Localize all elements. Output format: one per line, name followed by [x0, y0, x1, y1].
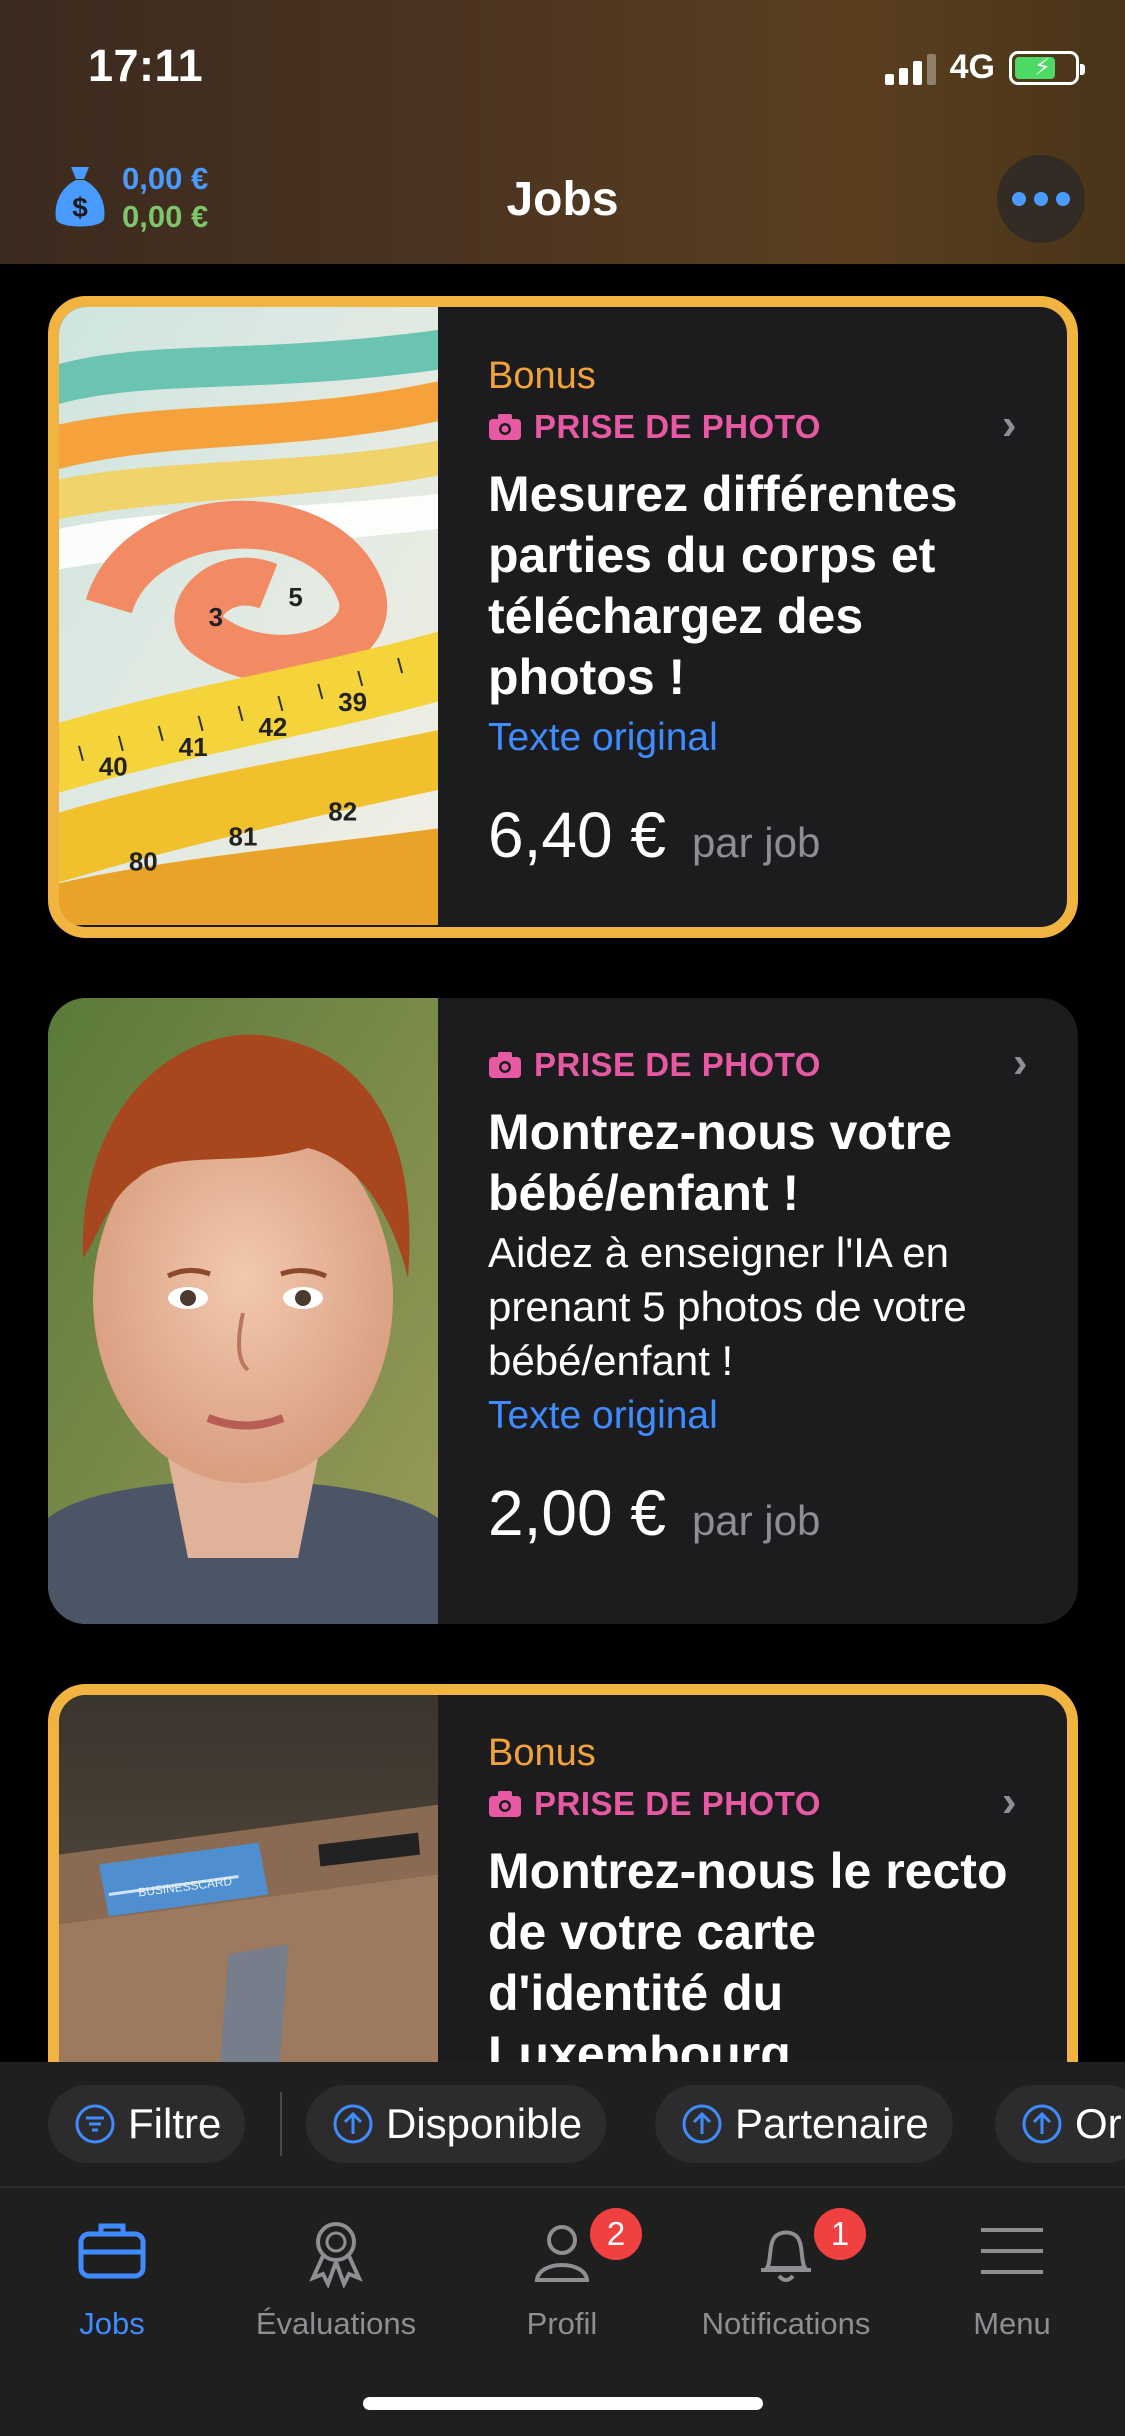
camera-icon	[489, 1052, 521, 1078]
battery-icon: ⚡	[1009, 50, 1085, 85]
category-text: PRISE DE PHOTO	[534, 408, 821, 445]
partner-chip[interactable]: Partenaire	[655, 2085, 953, 2163]
measuring-tape-image: 40 41 42 39 80 81 82 3 5	[59, 307, 438, 926]
category-text: PRISE DE PHOTO	[534, 1785, 821, 1822]
child-portrait-image	[48, 998, 438, 1624]
svg-text:40: 40	[99, 754, 128, 782]
job-price: 2,00 €	[488, 1477, 666, 1549]
arrow-up-circle-icon	[333, 2104, 373, 2144]
chevron-right-icon: ›	[1001, 1777, 1017, 1826]
camera-icon	[489, 1791, 521, 1817]
award-icon	[309, 2222, 363, 2288]
filter-divider	[280, 2092, 282, 2156]
camera-icon	[489, 414, 521, 440]
profile-badge: 2	[590, 2208, 642, 2260]
signal-icon	[884, 51, 936, 85]
tab-menu[interactable]: Menu	[912, 2214, 1112, 2342]
available-chip-label: Disponible	[386, 2100, 583, 2147]
filter-chip-label: Filtre	[128, 2100, 222, 2147]
svg-text:82: 82	[328, 799, 357, 827]
status-time: 17:11	[88, 40, 204, 91]
home-indicator	[363, 2397, 763, 2410]
tab-notifications[interactable]: Notifications 1	[686, 2208, 886, 2342]
original-text-link[interactable]: Texte original	[488, 1394, 1028, 1438]
more-filter-chip[interactable]: Or	[995, 2085, 1125, 2163]
person-icon	[534, 2225, 590, 2282]
svg-text:42: 42	[258, 714, 287, 742]
svg-text:3: 3	[209, 604, 223, 632]
briefcase-icon	[78, 2223, 146, 2279]
category-text: PRISE DE PHOTO	[534, 1046, 821, 1083]
category-label: PRISE DE PHOTO ›	[488, 1038, 1028, 1087]
job-title: Mesurez différentes parties du corps et …	[488, 466, 958, 705]
original-text-link[interactable]: Texte original	[488, 716, 1017, 760]
arrow-up-circle-icon	[1022, 2104, 1062, 2144]
job-card[interactable]: 40 41 42 39 80 81 82 3 5 Bonus PRISE DE PHOTO …	[48, 296, 1078, 938]
tab-jobs-label: Jobs	[79, 2306, 145, 2341]
filter-chip[interactable]: Filtre	[48, 2085, 246, 2163]
tab-profile-label: Profil	[526, 2306, 598, 2341]
chevron-right-icon: ›	[1012, 1038, 1028, 1087]
chevron-right-icon: ›	[1001, 400, 1017, 449]
top-header: 17:11 4G ⚡ $ 0,00 € 0,00 € Jobs	[0, 0, 1125, 264]
page-title: Jobs	[506, 173, 619, 226]
network-label: 4G	[949, 48, 995, 86]
status-indicators: 4G ⚡	[884, 48, 1085, 87]
svg-text:81: 81	[229, 824, 258, 852]
available-chip[interactable]: Disponible	[306, 2085, 607, 2163]
job-price: 6,40 €	[488, 799, 666, 871]
svg-text:80: 80	[129, 849, 158, 877]
tab-evaluations[interactable]: Évaluations	[236, 2214, 436, 2342]
arrow-up-circle-icon	[682, 2104, 722, 2144]
bonus-label: Bonus	[488, 1732, 596, 1774]
more-filter-chip-label: Or	[1075, 2100, 1122, 2147]
job-description: Aidez à enseigner l'IA en prenant 5 phot…	[488, 1229, 967, 1384]
job-title: Montrez-nous le recto de votre carte d'i…	[488, 1843, 1008, 2082]
price-unit: par job	[691, 819, 821, 866]
tab-notifications-label: Notifications	[701, 2306, 871, 2341]
svg-text:41: 41	[179, 734, 208, 762]
tab-profile[interactable]: Profil 2	[462, 2208, 662, 2342]
tab-menu-label: Menu	[973, 2306, 1051, 2341]
svg-text:39: 39	[338, 689, 367, 717]
filter-bar: Filtre Disponible Partenaire Or	[0, 2062, 1125, 2186]
hamburger-icon	[981, 2228, 1043, 2274]
more-options-button[interactable]	[997, 155, 1085, 243]
bell-icon	[761, 2230, 811, 2282]
notifications-badge: 1	[814, 2208, 866, 2260]
filter-icon	[75, 2104, 115, 2144]
job-title: Montrez-nous votre bébé/enfant !	[488, 1104, 952, 1221]
job-card[interactable]: PRISE DE PHOTO › Montrez-nous votre bébé…	[48, 998, 1078, 1624]
partner-chip-label: Partenaire	[735, 2100, 929, 2147]
tab-evaluations-label: Évaluations	[255, 2306, 417, 2341]
category-label: PRISE DE PHOTO ›	[488, 1777, 1017, 1826]
tab-jobs[interactable]: Jobs	[12, 2214, 212, 2342]
ellipsis-icon	[1012, 192, 1026, 206]
category-label: PRISE DE PHOTO ›	[488, 400, 1017, 449]
svg-text:5: 5	[288, 584, 302, 612]
price-unit: par job	[691, 1497, 821, 1544]
bonus-label: Bonus	[488, 355, 596, 397]
